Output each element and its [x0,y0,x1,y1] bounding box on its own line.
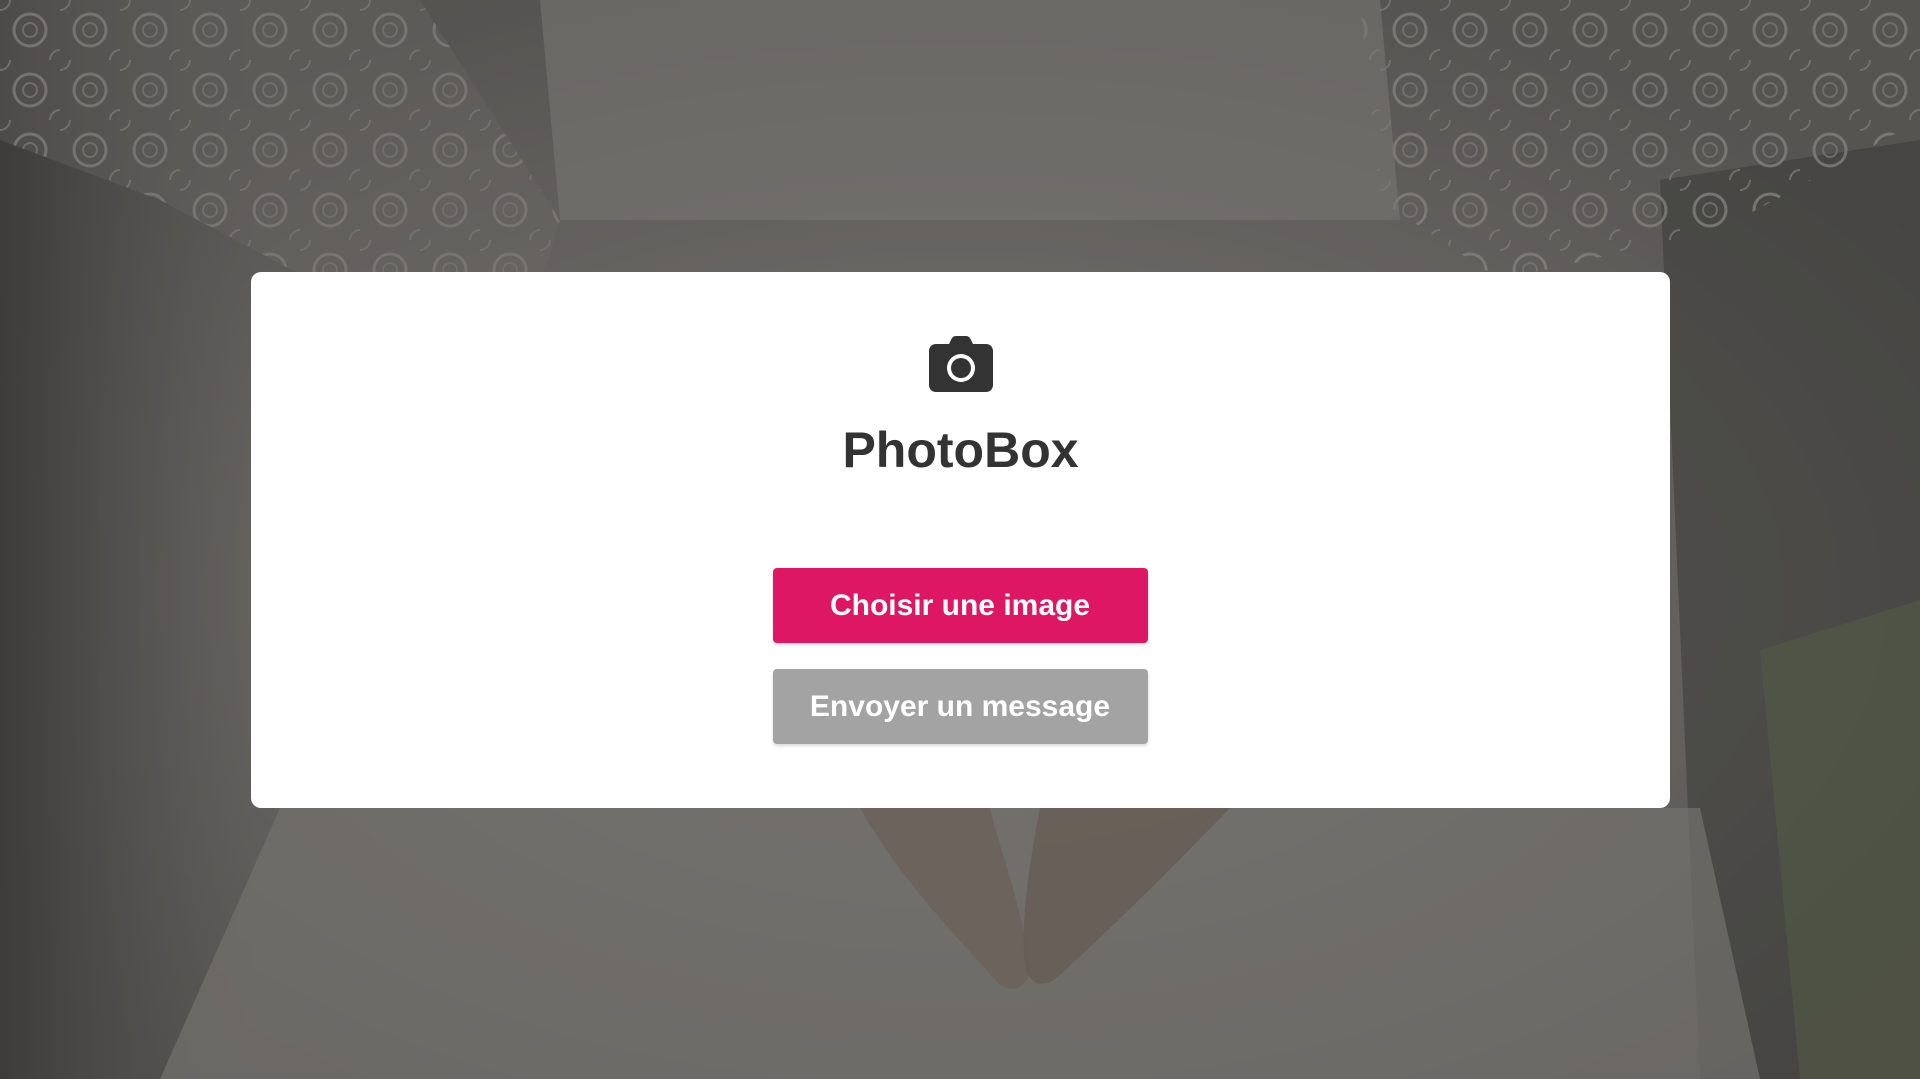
choose-image-button[interactable]: Choisir une image [772,568,1148,643]
app-title: PhotoBox [842,422,1079,478]
camera-icon [928,336,993,392]
send-message-button[interactable]: Envoyer un message [772,669,1148,744]
main-card: PhotoBox Choisir une image Envoyer un me… [251,272,1670,808]
